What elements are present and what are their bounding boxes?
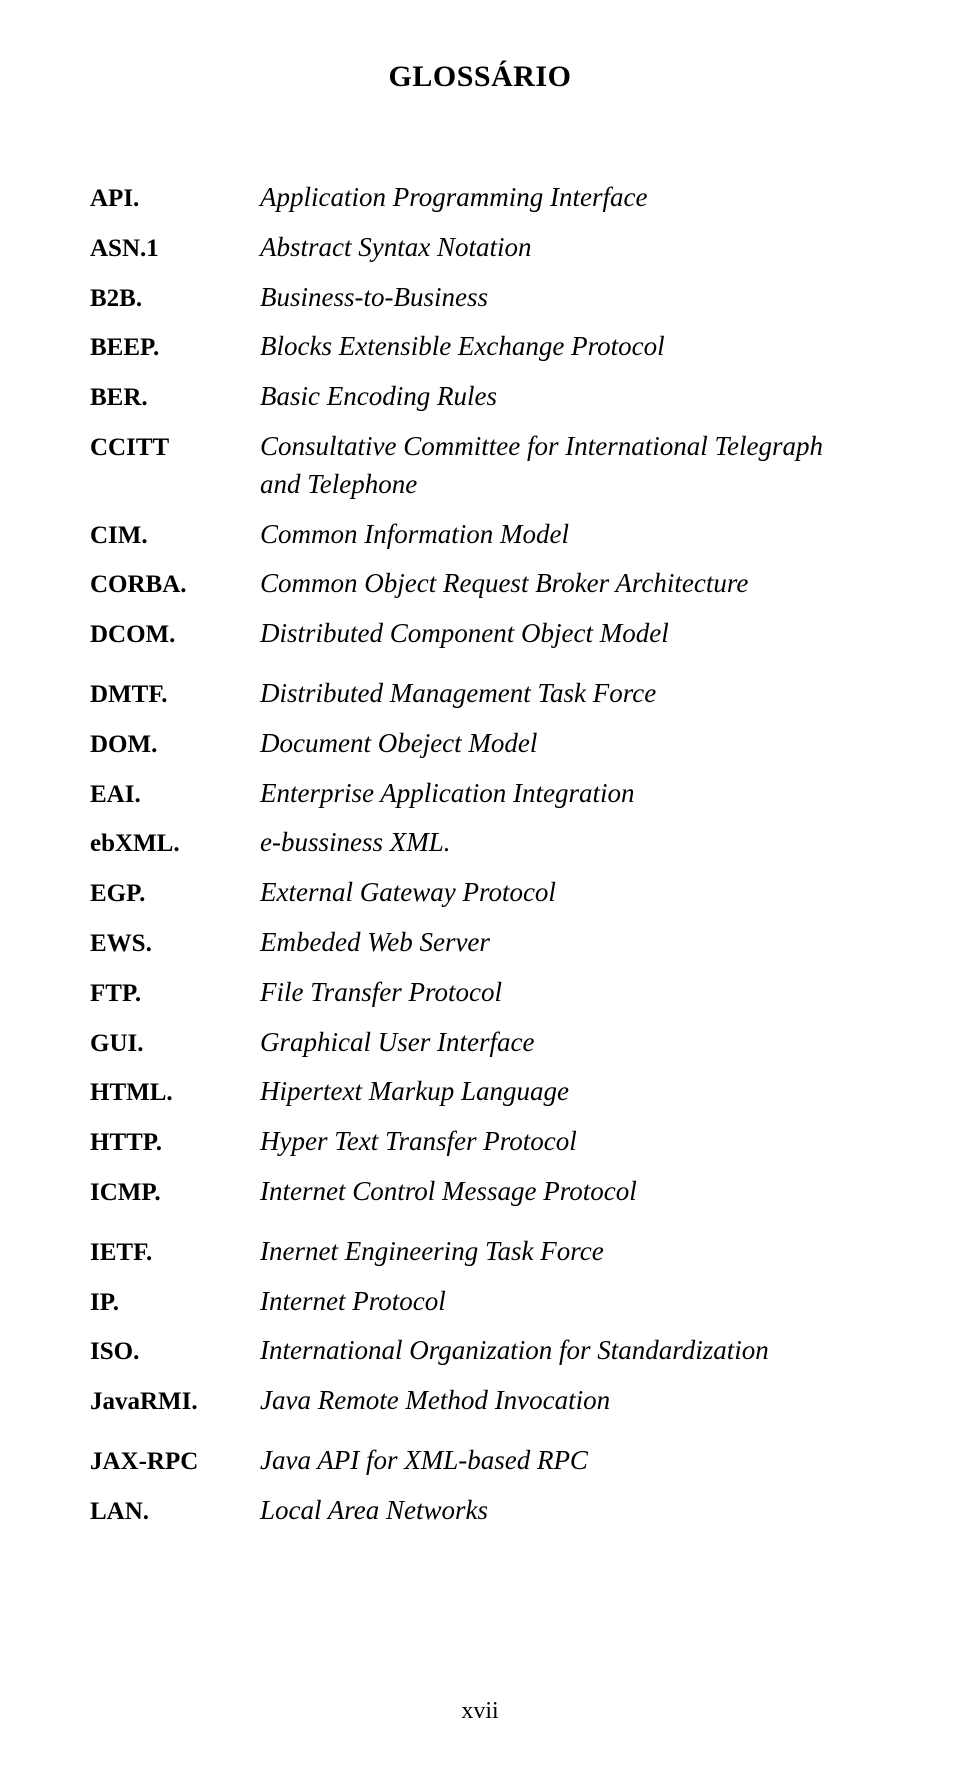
glossary-term: ebXML. [90,830,260,858]
glossary-definition: File Transfer Protocol [260,974,502,1012]
glossary-row: ASN.1Abstract Syntax Notation [90,229,870,267]
glossary-term: API. [90,185,260,213]
glossary-row: JAX-RPCJava API for XML-based RPC [90,1442,870,1480]
glossary-definition: Document Obeject Model [260,725,537,763]
glossary-definition: Consultative Committee for International… [260,428,870,504]
glossary-term: BEEP. [90,334,260,362]
glossary-term: ASN.1 [90,235,260,263]
glossary-row: CCITTConsultative Committee for Internat… [90,428,870,504]
glossary-row: EAI.Enterprise Application Integration [90,775,870,813]
glossary-term: LAN. [90,1498,260,1526]
glossary-term: ISO. [90,1338,260,1366]
glossary-term: CCITT [90,434,260,462]
glossary-row: ICMP.Internet Control Message Protocol [90,1173,870,1211]
glossary-term: DOM. [90,731,260,759]
glossary-entries: API.Application Programming InterfaceASN… [90,179,870,1530]
glossary-term: JAX-RPC [90,1448,260,1476]
glossary-term: CIM. [90,522,260,550]
glossary-term: EGP. [90,880,260,908]
glossary-definition: Distributed Management Task Force [260,675,656,713]
glossary-row: API.Application Programming Interface [90,179,870,217]
glossary-term: EAI. [90,781,260,809]
glossary-definition: Abstract Syntax Notation [260,229,531,267]
glossary-row: IETF.Inernet Engineering Task Force [90,1233,870,1271]
glossary-definition: Distributed Component Object Model [260,615,669,653]
glossary-definition: External Gateway Protocol [260,874,556,912]
glossary-row: BEEP.Blocks Extensible Exchange Protocol [90,328,870,366]
glossary-definition: Common Object Request Broker Architectur… [260,565,748,603]
glossary-term: GUI. [90,1030,260,1058]
glossary-term: HTML. [90,1079,260,1107]
glossary-definition: Local Area Networks [260,1492,488,1530]
glossary-row: HTTP.Hyper Text Transfer Protocol [90,1123,870,1161]
glossary-definition: Embeded Web Server [260,924,490,962]
glossary-row: JavaRMI.Java Remote Method Invocation [90,1382,870,1420]
glossary-row: LAN.Local Area Networks [90,1492,870,1530]
glossary-row: HTML.Hipertext Markup Language [90,1073,870,1111]
glossary-term: DCOM. [90,621,260,649]
glossary-definition: Blocks Extensible Exchange Protocol [260,328,665,366]
glossary-definition: e-bussiness XML. [260,824,451,862]
glossary-definition: Business-to-Business [260,279,488,317]
glossary-definition: Inernet Engineering Task Force [260,1233,604,1271]
glossary-term: BER. [90,384,260,412]
glossary-row: GUI.Graphical User Interface [90,1024,870,1062]
glossary-definition: Graphical User Interface [260,1024,534,1062]
glossary-term: IP. [90,1289,260,1317]
page-title: GLOSSÁRIO [90,60,870,94]
glossary-definition: Java Remote Method Invocation [260,1382,610,1420]
glossary-definition: Common Information Model [260,516,569,554]
glossary-term: HTTP. [90,1129,260,1157]
glossary-row: IP.Internet Protocol [90,1283,870,1321]
glossary-term: ICMP. [90,1179,260,1207]
glossary-row: DOM.Document Obeject Model [90,725,870,763]
glossary-term: EWS. [90,930,260,958]
glossary-definition: Application Programming Interface [260,179,647,217]
glossary-term: B2B. [90,285,260,313]
glossary-definition: Internet Control Message Protocol [260,1173,637,1211]
glossary-definition: Hyper Text Transfer Protocol [260,1123,577,1161]
glossary-row: BER.Basic Encoding Rules [90,378,870,416]
glossary-row: ISO.International Organization for Stand… [90,1332,870,1370]
glossary-row: EWS.Embeded Web Server [90,924,870,962]
glossary-term: CORBA. [90,571,260,599]
glossary-row: CIM.Common Information Model [90,516,870,554]
glossary-row: DMTF.Distributed Management Task Force [90,675,870,713]
glossary-term: IETF. [90,1239,260,1267]
glossary-row: EGP.External Gateway Protocol [90,874,870,912]
glossary-term: FTP. [90,980,260,1008]
page-number: xvii [0,1698,960,1725]
glossary-definition: Basic Encoding Rules [260,378,497,416]
glossary-row: CORBA.Common Object Request Broker Archi… [90,565,870,603]
glossary-definition: Hipertext Markup Language [260,1073,569,1111]
glossary-term: DMTF. [90,681,260,709]
glossary-definition: International Organization for Standardi… [260,1332,769,1370]
glossary-row: DCOM.Distributed Component Object Model [90,615,870,653]
glossary-definition: Enterprise Application Integration [260,775,634,813]
glossary-term: JavaRMI. [90,1388,260,1416]
glossary-row: B2B.Business-to-Business [90,279,870,317]
glossary-page: GLOSSÁRIO API.Application Programming In… [0,0,960,1780]
glossary-row: ebXML.e-bussiness XML. [90,824,870,862]
glossary-definition: Internet Protocol [260,1283,446,1321]
glossary-row: FTP.File Transfer Protocol [90,974,870,1012]
glossary-definition: Java API for XML-based RPC [260,1442,588,1480]
